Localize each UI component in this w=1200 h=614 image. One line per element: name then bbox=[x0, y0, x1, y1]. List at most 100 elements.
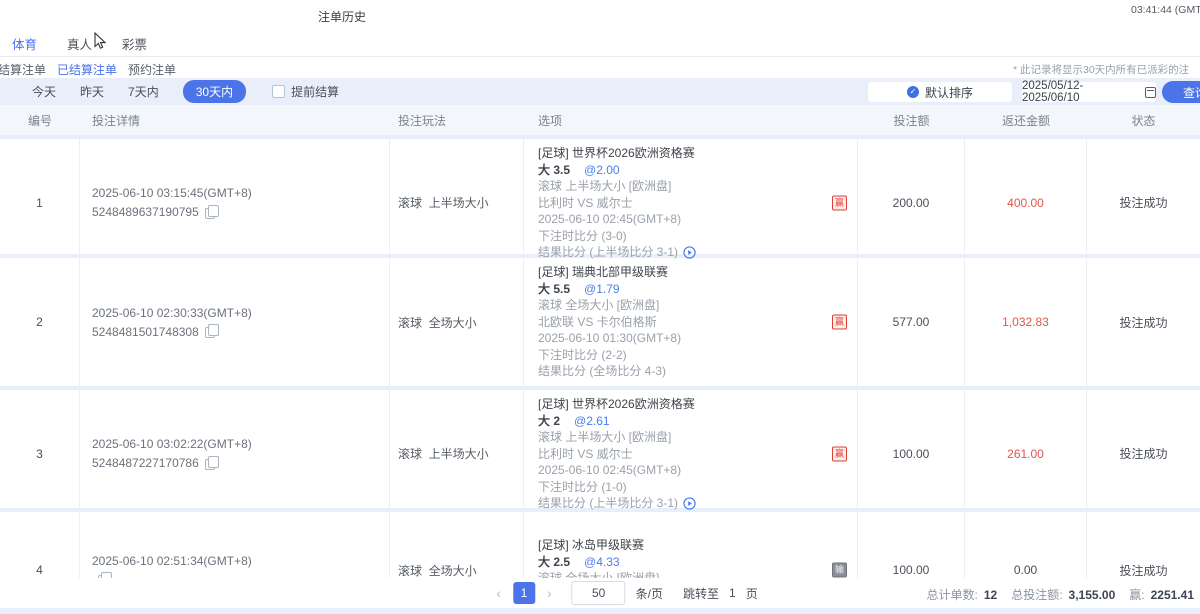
bet-option-cell: [足球] 世界杯2026欧洲资格赛 大 3.5@2.00 滚球 上半场大小 [欧… bbox=[524, 139, 858, 267]
return-amount: 400.00 bbox=[965, 139, 1087, 267]
filter-30days[interactable]: 30天内 bbox=[183, 80, 246, 103]
score-at-bet: 下注时比分 (3-0) bbox=[538, 228, 627, 245]
table-header: 编号 投注详情 投注玩法 选项 投注额 返还金额 状态 bbox=[0, 105, 1200, 135]
bet-play: 滚球 全场大小 bbox=[390, 258, 524, 386]
prev-page-icon[interactable]: ‹ bbox=[494, 585, 503, 601]
check-circle-icon bbox=[907, 86, 919, 98]
per-page-label: 条/页 bbox=[636, 585, 663, 602]
total-stake-value: 3,155.00 bbox=[1069, 588, 1116, 602]
league-name: [足球] 冰岛甲级联赛 bbox=[538, 537, 644, 554]
next-page-icon[interactable]: › bbox=[545, 585, 554, 601]
result-detail-icon[interactable] bbox=[683, 497, 696, 510]
server-clock: 03:41:44 (GMT bbox=[1131, 4, 1200, 16]
bet-amount: 100.00 bbox=[858, 390, 965, 518]
page-size-input[interactable] bbox=[572, 581, 626, 605]
bet-detail-cell: 2025-06-10 02:51:34(GMT+8) bbox=[80, 512, 390, 578]
match-teams: 北欧联 VS 卡尔伯格斯 bbox=[538, 314, 657, 331]
bet-play: 滚球 上半场大小 bbox=[390, 139, 524, 267]
date-range-picker[interactable]: 2025/05/12-2025/06/10 bbox=[1022, 82, 1156, 102]
total-win-label: 赢: bbox=[1129, 586, 1144, 603]
col-header-option: 选项 bbox=[524, 112, 858, 129]
odds-value: @2.61 bbox=[574, 414, 610, 428]
bet-amount: 200.00 bbox=[858, 139, 965, 267]
col-header-detail: 投注详情 bbox=[80, 112, 390, 129]
jump-label: 跳转至 bbox=[683, 585, 719, 602]
filter-bar: 今天 昨天 7天内 30天内 提前结算 默认排序 2025/05/12-2025… bbox=[0, 78, 1200, 105]
records-note: * 此记录将显示30天内所有已派彩的注 bbox=[1013, 62, 1189, 77]
market-type: 滚球 全场大小 [欧洲盘] bbox=[538, 570, 659, 578]
bet-time: 2025-06-10 03:15:45(GMT+8) bbox=[92, 186, 252, 200]
market-type: 滚球 上半场大小 [欧洲盘] bbox=[538, 178, 671, 195]
league-name: [足球] 世界杯2026欧洲资格赛 bbox=[538, 145, 695, 162]
table-row: 4 2025-06-10 02:51:34(GMT+8) 滚球 全场大小 [足球… bbox=[0, 512, 1200, 578]
bet-amount: 100.00 bbox=[858, 512, 965, 578]
pager: ‹ 1 › 条/页 跳转至 1 页 bbox=[494, 581, 757, 605]
result-detail-icon[interactable] bbox=[683, 246, 696, 259]
calendar-icon bbox=[1145, 87, 1156, 98]
subtab-reserved[interactable]: 预约注单 bbox=[128, 61, 176, 78]
bet-option-cell: [足球] 世界杯2026欧洲资格赛 大 2@2.61 滚球 上半场大小 [欧洲盘… bbox=[524, 390, 858, 518]
copy-icon[interactable] bbox=[205, 327, 215, 338]
match-time: 2025-06-10 02:45(GMT+8) bbox=[538, 211, 681, 228]
table-row: 3 2025-06-10 03:02:22(GMT+8) 52484872271… bbox=[0, 390, 1200, 508]
default-sort-button[interactable]: 默认排序 bbox=[868, 82, 1012, 102]
jump-page-value: 1 bbox=[729, 586, 736, 600]
bet-option-cell: [足球] 冰岛甲级联赛 大 2.5@4.33 滚球 全场大小 [欧洲盘] 富佐尼… bbox=[524, 512, 858, 578]
total-count-value: 12 bbox=[984, 588, 997, 602]
league-name: [足球] 瑞典北部甲级联赛 bbox=[538, 264, 668, 281]
early-settle-label: 提前结算 bbox=[291, 83, 339, 100]
col-header-status: 状态 bbox=[1087, 112, 1200, 129]
current-page-button[interactable]: 1 bbox=[513, 582, 535, 604]
search-button[interactable]: 查询 bbox=[1162, 81, 1200, 103]
table-row: 1 2025-06-10 03:15:45(GMT+8) 52484896371… bbox=[0, 139, 1200, 254]
filter-today[interactable]: 今天 bbox=[32, 83, 56, 100]
early-settle-checkbox[interactable] bbox=[272, 85, 285, 98]
filter-yesterday[interactable]: 昨天 bbox=[80, 83, 104, 100]
score-at-bet: 下注时比分 (2-2) bbox=[538, 347, 627, 364]
order-id: 5248481501748308 bbox=[92, 325, 199, 339]
default-sort-label: 默认排序 bbox=[925, 84, 973, 101]
col-header-no: 编号 bbox=[0, 112, 80, 129]
result-score: 结果比分 (全场比分 4-3) bbox=[538, 363, 666, 380]
subtab-settled[interactable]: 已结算注单 bbox=[57, 61, 117, 78]
filter-7days[interactable]: 7天内 bbox=[128, 83, 159, 100]
return-amount: 261.00 bbox=[965, 390, 1087, 518]
copy-icon[interactable] bbox=[205, 459, 215, 470]
table-body: 1 2025-06-10 03:15:45(GMT+8) 52484896371… bbox=[0, 135, 1200, 578]
quick-filters: 今天 昨天 7天内 30天内 提前结算 bbox=[32, 78, 339, 105]
row-number: 2 bbox=[0, 258, 80, 386]
pick-selection: 大 2 bbox=[538, 414, 560, 428]
row-number: 4 bbox=[0, 512, 80, 578]
match-time: 2025-06-10 02:45(GMT+8) bbox=[538, 462, 681, 479]
copy-icon[interactable] bbox=[205, 208, 215, 219]
subtabs: 未结算注单 已结算注单 预约注单 * 此记录将显示30天内所有已派彩的注 bbox=[0, 57, 1200, 78]
win-badge: 赢 bbox=[832, 195, 847, 210]
bet-option-cell: [足球] 瑞典北部甲级联赛 大 5.5 @1.79 滚球 全场大小 [欧洲盘] 北… bbox=[524, 258, 858, 386]
win-badge: 赢 bbox=[832, 446, 847, 461]
bet-detail-cell: 2025-06-10 02:30:33(GMT+8) 5248481501748… bbox=[80, 258, 390, 386]
return-amount: 1,032.83 bbox=[965, 258, 1087, 386]
order-id: 5248489637190795 bbox=[92, 205, 199, 219]
bet-status: 投注成功 bbox=[1087, 258, 1200, 386]
odds-value: @1.79 bbox=[584, 282, 620, 296]
table-row: 2 2025-06-10 02:30:33(GMT+8) 52484815017… bbox=[0, 258, 1200, 386]
col-header-return: 返还金额 bbox=[965, 112, 1087, 129]
bet-status: 投注成功 bbox=[1087, 512, 1200, 578]
market-type: 滚球 全场大小 [欧洲盘] bbox=[538, 297, 659, 314]
lose-badge: 输 bbox=[832, 563, 847, 578]
win-badge: 赢 bbox=[832, 315, 847, 330]
footer-strip bbox=[0, 608, 1200, 614]
odds-value: @2.00 bbox=[584, 163, 620, 177]
bet-detail-cell: 2025-06-10 03:15:45(GMT+8) 5248489637190… bbox=[80, 139, 390, 267]
bet-detail-cell: 2025-06-10 03:02:22(GMT+8) 5248487227170… bbox=[80, 390, 390, 518]
subtab-unsettled[interactable]: 未结算注单 bbox=[0, 61, 46, 78]
bet-time: 2025-06-10 03:02:22(GMT+8) bbox=[92, 437, 252, 451]
odds-value: @4.33 bbox=[584, 555, 620, 569]
bet-play: 滚球 上半场大小 bbox=[390, 390, 524, 518]
col-header-amount: 投注额 bbox=[858, 112, 965, 129]
early-settle-group: 提前结算 bbox=[272, 83, 339, 100]
page-title: 注单历史 bbox=[318, 8, 366, 25]
bet-amount: 577.00 bbox=[858, 258, 965, 386]
match-teams: 比利时 VS 威尔士 bbox=[538, 446, 633, 463]
pick-selection: 大 5.5 bbox=[538, 282, 570, 296]
